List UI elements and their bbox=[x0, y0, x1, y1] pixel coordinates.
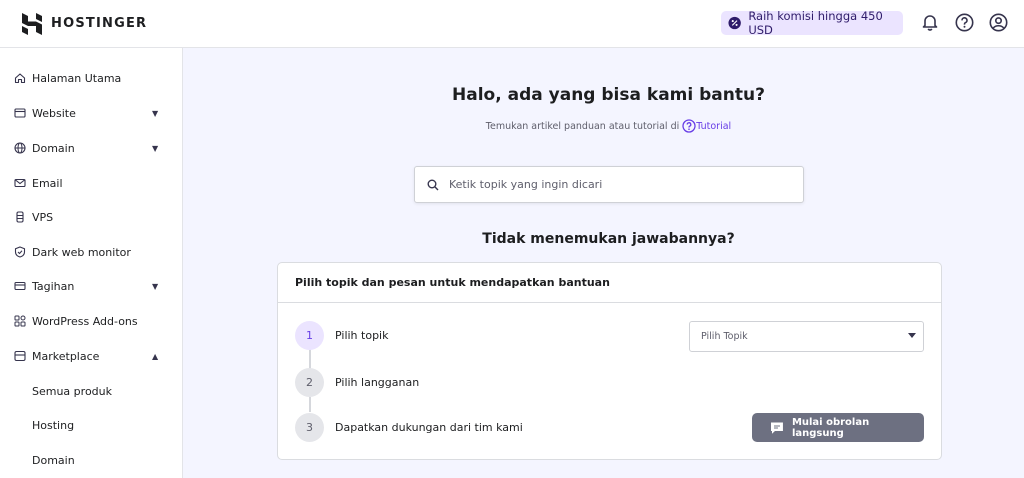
sidebar-subitem-label: Hosting bbox=[32, 418, 75, 432]
card-icon bbox=[14, 280, 26, 292]
help-search-box[interactable] bbox=[414, 166, 804, 203]
sidebar-subitem-hosting[interactable]: Hosting bbox=[0, 410, 182, 440]
step-number-badge: 1 bbox=[295, 321, 324, 350]
chevron-down-icon: ▼ bbox=[152, 281, 159, 291]
globe-icon bbox=[14, 142, 26, 154]
search-input[interactable] bbox=[449, 178, 789, 191]
tutorial-link-label: Tutorial bbox=[696, 121, 732, 132]
grid-icon bbox=[14, 315, 26, 327]
help-circle-icon[interactable] bbox=[954, 12, 974, 32]
home-icon bbox=[14, 72, 26, 84]
sidebar-item-marketplace[interactable]: Marketplace ▲ bbox=[0, 341, 182, 371]
badge-percent-icon bbox=[728, 16, 741, 30]
sidebar: Halaman Utama Website ▼ Domain ▼ Email V… bbox=[0, 48, 183, 478]
subtitle-text: Temukan artikel panduan atau tutorial di bbox=[485, 121, 680, 132]
chevron-down-icon: ▼ bbox=[152, 143, 159, 153]
step-connector bbox=[309, 349, 311, 369]
search-icon bbox=[427, 179, 439, 190]
sidebar-item-label: Halaman Utama bbox=[32, 71, 122, 85]
hostinger-logo-icon bbox=[22, 12, 42, 35]
support-card-title: Pilih topik dan pesan untuk mendapatkan … bbox=[278, 263, 941, 303]
sidebar-item-label: VPS bbox=[32, 210, 54, 224]
chevron-up-icon: ▲ bbox=[152, 351, 159, 361]
affiliate-promo-button[interactable]: Raih komisi hingga 450 USD bbox=[721, 9, 903, 37]
shield-icon bbox=[14, 246, 26, 258]
sidebar-item-email[interactable]: Email bbox=[0, 168, 182, 198]
sidebar-item-label: Dark web monitor bbox=[32, 245, 131, 259]
step-label: Pilih langganan bbox=[335, 376, 420, 389]
step-connector bbox=[309, 397, 311, 412]
brand-name: HOSTINGER bbox=[51, 16, 148, 31]
start-live-chat-button[interactable]: Mulai obrolan langsung bbox=[752, 413, 924, 442]
step-label: Dapatkan dukungan dari tim kami bbox=[335, 421, 523, 434]
support-card: Pilih topik dan pesan untuk mendapatkan … bbox=[277, 262, 942, 460]
sidebar-item-website[interactable]: Website ▼ bbox=[0, 98, 182, 128]
not-found-heading: Tidak menemukan jawabannya? bbox=[482, 231, 735, 247]
sidebar-item-label: Tagihan bbox=[32, 279, 75, 293]
step-label: Pilih topik bbox=[335, 329, 389, 342]
chevron-down-icon: ▼ bbox=[152, 108, 159, 118]
sidebar-item-label: Email bbox=[32, 176, 63, 190]
store-icon bbox=[14, 350, 26, 362]
sidebar-subitem-all-products[interactable]: Semua produk bbox=[0, 376, 182, 406]
tutorial-link[interactable]: Tutorial bbox=[682, 119, 732, 133]
sidebar-item-billing[interactable]: Tagihan ▼ bbox=[0, 271, 182, 301]
help-circle-icon bbox=[682, 119, 696, 133]
top-bar: HOSTINGER Raih komisi hingga 450 USD bbox=[0, 0, 1024, 48]
sidebar-item-label: WordPress Add-ons bbox=[32, 314, 138, 328]
sidebar-item-domain[interactable]: Domain ▼ bbox=[0, 133, 182, 163]
help-center-main: Halo, ada yang bisa kami bantu? Temukan … bbox=[183, 48, 1024, 478]
sidebar-item-wordpress-addons[interactable]: WordPress Add-ons bbox=[0, 306, 182, 336]
sidebar-item-vps[interactable]: VPS bbox=[0, 202, 182, 232]
sidebar-subitem-domain[interactable]: Domain bbox=[0, 445, 182, 475]
topic-select[interactable]: Pilih Topik bbox=[689, 321, 924, 352]
sidebar-subitem-label: Semua produk bbox=[32, 384, 112, 398]
caret-down-icon bbox=[908, 333, 916, 338]
account-icon[interactable] bbox=[988, 12, 1008, 32]
page-title: Halo, ada yang bisa kami bantu? bbox=[452, 85, 765, 105]
mail-icon bbox=[14, 177, 26, 189]
sidebar-subitem-label: Domain bbox=[32, 453, 75, 467]
browser-icon bbox=[14, 107, 26, 119]
sidebar-item-label: Website bbox=[32, 106, 76, 120]
server-icon bbox=[14, 211, 26, 223]
topic-select-value: Pilih Topik bbox=[701, 331, 748, 342]
step-number-badge: 2 bbox=[295, 368, 324, 397]
page-subtitle: Temukan artikel panduan atau tutorial di… bbox=[183, 119, 1024, 133]
sidebar-item-dark-web-monitor[interactable]: Dark web monitor bbox=[0, 237, 182, 267]
sidebar-item-home[interactable]: Halaman Utama bbox=[0, 63, 182, 93]
step-number-badge: 3 bbox=[295, 413, 324, 442]
chat-bubble-icon bbox=[770, 422, 783, 434]
bell-icon[interactable] bbox=[920, 12, 940, 32]
sidebar-item-label: Marketplace bbox=[32, 349, 100, 363]
promo-text: Raih komisi hingga 450 USD bbox=[748, 9, 883, 37]
chat-button-label: Mulai obrolan langsung bbox=[791, 416, 870, 439]
hostinger-logo[interactable]: HOSTINGER bbox=[22, 12, 148, 35]
sidebar-item-label: Domain bbox=[32, 141, 75, 155]
